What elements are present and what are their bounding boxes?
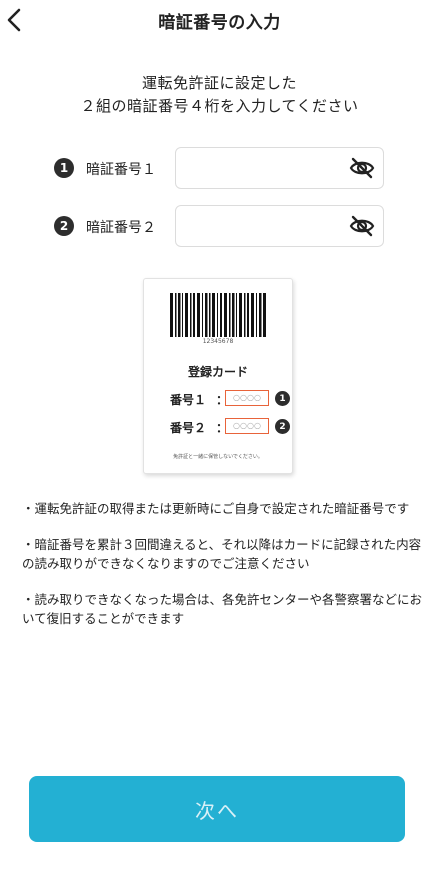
- page-title: 暗証番号の入力: [158, 13, 281, 33]
- next-button[interactable]: 次へ: [29, 776, 405, 842]
- toggle-visibility-button-1[interactable]: [349, 156, 375, 180]
- eye-off-icon: [349, 157, 375, 179]
- pin-input-2[interactable]: [186, 215, 340, 239]
- number-badge-2: 2: [54, 216, 74, 236]
- card-pin-box-1: ○○○○: [225, 390, 269, 406]
- note-item: ・読み取りできなくなった場合は、各免許センターや各警察署などにおいて復旧すること…: [22, 592, 423, 626]
- card-number-badge-2: 2: [275, 419, 290, 434]
- card-row-2: 番号２ ： ○○○○ 2: [170, 418, 290, 436]
- number-badge-1: 1: [54, 158, 74, 178]
- note-item: ・暗証番号を累計３回間違えると、それ以降はカードに記録された内容の読み取りができ…: [22, 537, 422, 571]
- pin-input-1[interactable]: [186, 157, 340, 181]
- card-pin-box-2: ○○○○: [225, 418, 269, 434]
- card-row-1: 番号１ ： ○○○○ 1: [170, 390, 290, 408]
- notes-list: ・運転免許証の取得または更新時にご自身で設定された暗証番号です ・暗証番号を累計…: [22, 499, 422, 645]
- pin-field-1[interactable]: [175, 147, 384, 189]
- pin-row-1: 1 暗証番号１: [54, 147, 384, 189]
- registration-card-illustration: 12345678 登録カード 番号１ ： ○○○○ 1 番号２ ： ○○○○ 2…: [143, 278, 293, 474]
- barcode-image: [170, 293, 266, 337]
- instruction-line-1: 運転免許証に設定した: [141, 74, 297, 92]
- pin-label-2: 暗証番号２: [86, 220, 156, 236]
- card-number-badge-1: 1: [275, 391, 290, 406]
- toggle-visibility-button-2[interactable]: [349, 214, 375, 238]
- eye-off-icon: [349, 215, 375, 237]
- card-title: 登録カード: [187, 365, 248, 379]
- pin-field-2[interactable]: [175, 205, 384, 247]
- instruction-line-2: ２組の暗証番号４桁を入力してください: [80, 97, 359, 115]
- card-footnote: 免許証と一緒に保管しないでください。: [173, 454, 263, 460]
- card-row-label-1: 番号１: [170, 393, 207, 407]
- pin-row-2: 2 暗証番号２: [54, 205, 384, 247]
- header: 暗証番号の入力: [0, 0, 439, 40]
- card-row-label-2: 番号２: [170, 421, 207, 435]
- barcode-number: 12345678: [202, 338, 234, 345]
- instruction-text: 運転免許証に設定した ２組の暗証番号４桁を入力してください: [0, 72, 439, 118]
- pin-label-1: 暗証番号１: [86, 162, 156, 178]
- note-item: ・運転免許証の取得または更新時にご自身で設定された暗証番号です: [22, 501, 410, 516]
